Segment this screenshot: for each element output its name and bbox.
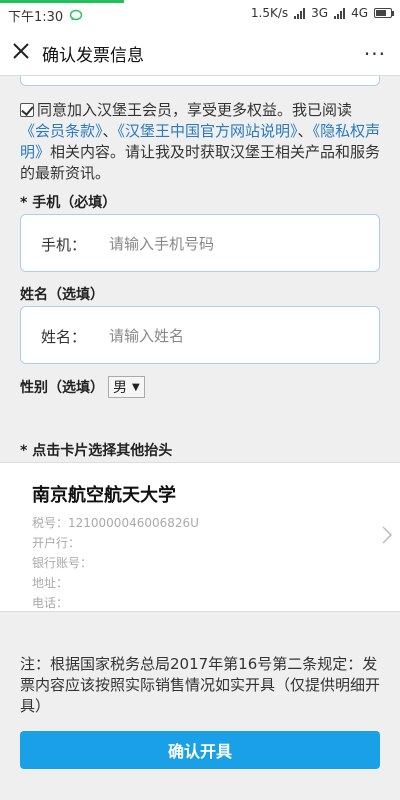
- signal-icon: [294, 7, 306, 19]
- company-name: 南京航空航天大学: [32, 485, 176, 506]
- gender-select[interactable]: 男 ▼: [108, 376, 145, 398]
- agreement-checkbox[interactable]: [20, 103, 34, 117]
- signal-icon-2: [334, 7, 346, 19]
- network-type-2: 4G: [351, 6, 368, 20]
- status-time: 下午1:30: [8, 10, 64, 25]
- previous-card-edge: [20, 76, 380, 86]
- gender-label: 性别（选填）: [20, 380, 104, 396]
- invoice-note: 注：根据国家税务总局2017年第16号第二条规定：发票内容应该按照实际销售情况如…: [20, 655, 381, 715]
- phone-section-label: * 手机（必填）: [20, 195, 117, 211]
- phone-card: 手机：: [20, 214, 380, 272]
- phone-field-label: 手机：: [41, 236, 87, 254]
- name-card: 姓名：: [20, 306, 380, 364]
- bank-name: 开户行：: [32, 536, 81, 550]
- close-icon[interactable]: [10, 40, 32, 62]
- agreement-text: 同意加入汉堡王会员，享受更多权益。我已阅读: [37, 101, 353, 119]
- company-address: 地址：: [32, 576, 69, 590]
- name-field-label: 姓名：: [41, 328, 87, 346]
- agreement-separator: 、: [102, 122, 118, 140]
- tax-number: 税号：1210000046006826U: [32, 516, 199, 530]
- bank-account: 银行账号：: [32, 556, 93, 570]
- phone-input[interactable]: [109, 227, 369, 261]
- battery-icon: [374, 8, 394, 18]
- official-site-link[interactable]: 《汉堡王中国官方网站说明》: [118, 122, 298, 140]
- member-terms-link[interactable]: 《会员条款》: [20, 122, 103, 140]
- invoice-header-hint: * 点击卡片选择其他抬头: [20, 443, 173, 459]
- status-bar: 下午1:30 1.5K/s 3G 4G: [0, 0, 400, 28]
- more-menu-icon[interactable]: ···: [364, 42, 386, 66]
- name-input[interactable]: [109, 319, 369, 353]
- page-title: 确认发票信息: [42, 46, 144, 66]
- gender-selected-value: 男: [113, 380, 127, 396]
- page-load-progress: [0, 0, 124, 3]
- chevron-right-icon: [382, 526, 393, 544]
- gender-row: 性别（选填） 男 ▼: [20, 376, 145, 398]
- app-header: 确认发票信息 ···: [0, 28, 400, 76]
- agreement-separator: 、: [297, 122, 313, 140]
- name-section-label: 姓名（选填）: [20, 287, 104, 303]
- network-speed: 1.5K/s: [250, 6, 289, 20]
- network-type: 3G: [311, 6, 329, 20]
- company-details: 税号：1210000046006826U 开户行： 银行账号： 地址： 电话：: [32, 513, 199, 613]
- agreement-text-tail: 相关内容。请让我及时获取汉堡王相关产品和服务的最新资讯。: [20, 143, 381, 182]
- confirm-issue-button[interactable]: 确认开具: [20, 731, 380, 769]
- membership-agreement: 同意加入汉堡王会员，享受更多权益。我已阅读《会员条款》、《汉堡王中国官方网站说明…: [20, 100, 382, 184]
- company-phone: 电话：: [32, 596, 69, 610]
- dropdown-arrow-icon: ▼: [132, 381, 140, 393]
- chat-notification-icon: [70, 9, 83, 20]
- invoice-header-card[interactable]: 南京航空航天大学 税号：1210000046006826U 开户行： 银行账号：…: [0, 462, 400, 612]
